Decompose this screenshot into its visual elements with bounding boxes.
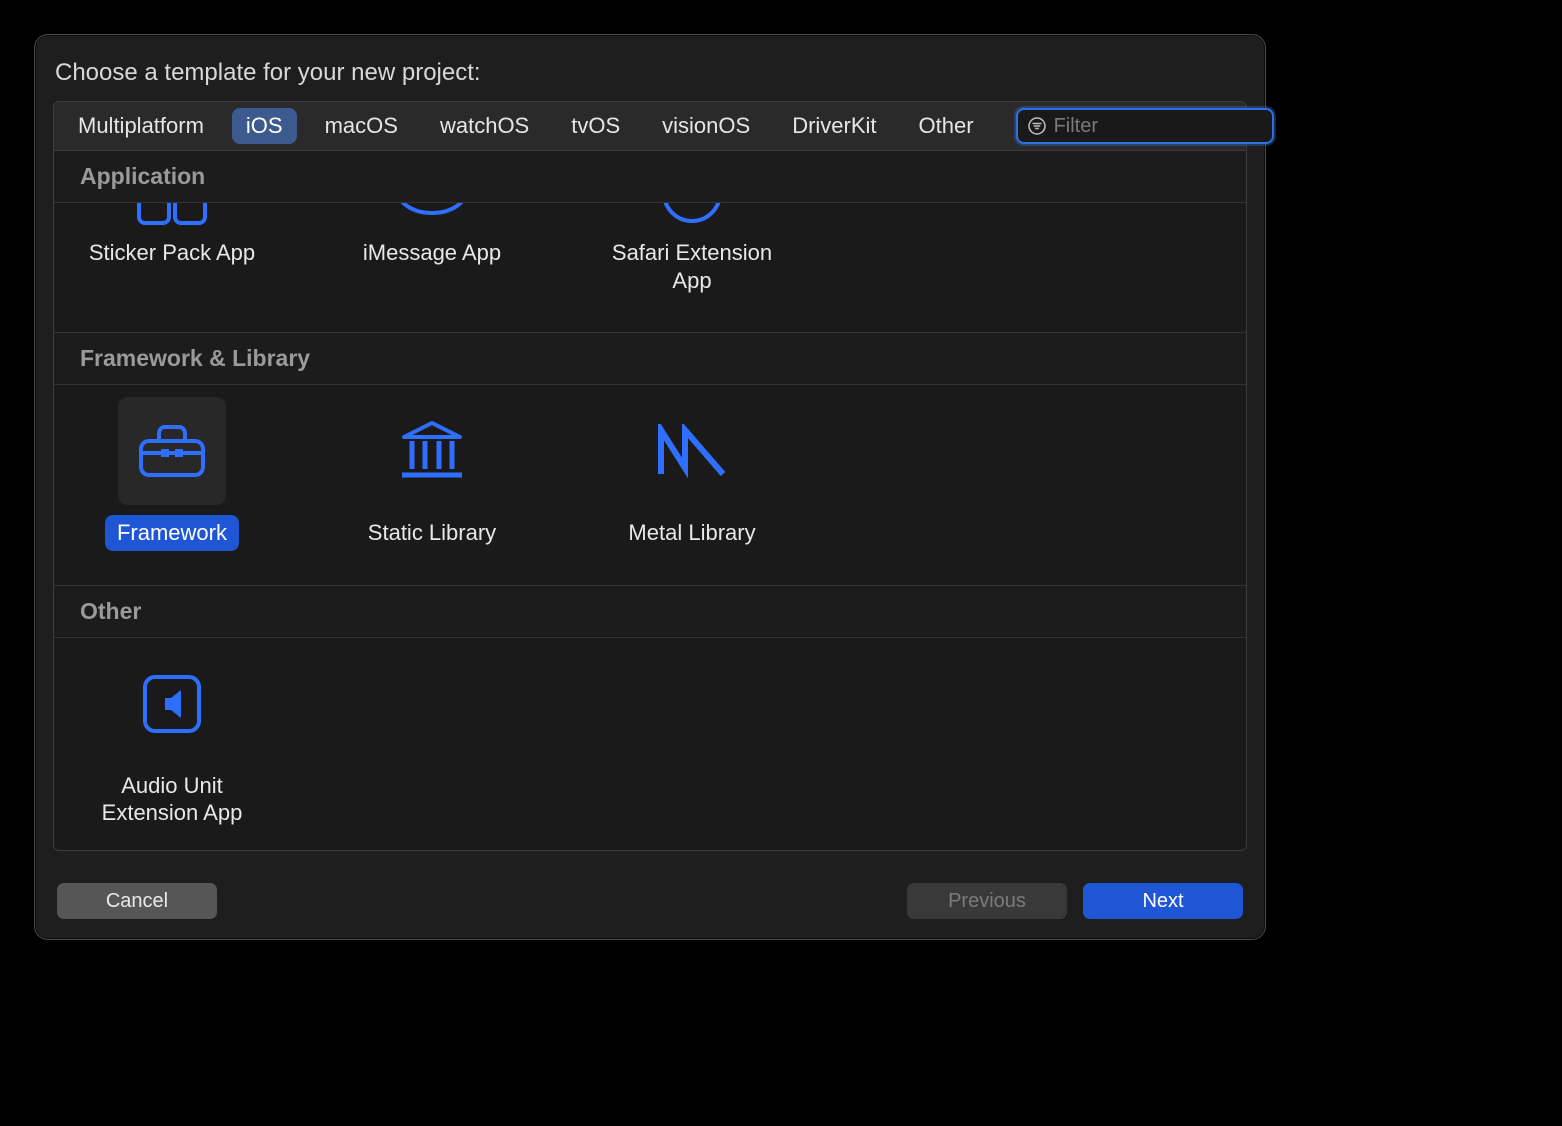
toolbox-icon	[137, 423, 207, 479]
section-header-framework: Framework & Library	[54, 333, 1246, 385]
tab-driverkit[interactable]: DriverKit	[778, 108, 890, 144]
cancel-button[interactable]: Cancel	[57, 883, 217, 919]
template-imessage-app[interactable]: iMessage App	[332, 203, 532, 298]
tab-tvos[interactable]: tvOS	[557, 108, 634, 144]
filter-icon	[1028, 116, 1046, 136]
template-label: iMessage App	[351, 235, 513, 271]
filter-field-wrap[interactable]	[1016, 108, 1274, 144]
template-sticker-pack-app[interactable]: Sticker Pack App	[72, 203, 272, 298]
template-label: Metal Library	[616, 515, 767, 551]
library-icon	[400, 421, 464, 481]
template-label: Audio Unit Extension App	[72, 768, 272, 831]
sticker-pack-icon	[137, 203, 207, 225]
template-label: Static Library	[356, 515, 508, 551]
template-framework[interactable]: Framework	[72, 397, 272, 551]
tab-ios[interactable]: iOS	[232, 108, 297, 144]
metal-icon	[657, 424, 727, 478]
new-project-dialog: Choose a template for your new project: …	[34, 34, 1266, 940]
section-header-other: Other	[54, 586, 1246, 638]
tab-macos[interactable]: macOS	[311, 108, 412, 144]
safari-icon	[657, 203, 727, 225]
section-body-framework: Framework Static Library	[54, 385, 1246, 586]
previous-button: Previous	[907, 883, 1067, 919]
tab-multiplatform[interactable]: Multiplatform	[64, 108, 218, 144]
template-safari-extension-app[interactable]: Safari Extension App	[592, 203, 792, 298]
template-metal-library[interactable]: Metal Library	[592, 397, 792, 551]
tab-visionos[interactable]: visionOS	[648, 108, 764, 144]
speaker-icon	[141, 673, 203, 735]
next-button[interactable]: Next	[1083, 883, 1243, 919]
section-header-application: Application	[54, 151, 1246, 203]
filter-input[interactable]	[1054, 115, 1319, 138]
template-audio-unit-extension-app[interactable]: Audio Unit Extension App	[72, 650, 272, 831]
tab-watchos[interactable]: watchOS	[426, 108, 543, 144]
dialog-title: Choose a template for your new project:	[55, 59, 1245, 87]
imessage-icon	[392, 203, 472, 225]
template-label: Safari Extension App	[592, 235, 792, 298]
tab-other[interactable]: Other	[905, 108, 988, 144]
template-static-library[interactable]: Static Library	[332, 397, 532, 551]
template-label: Framework	[105, 515, 239, 551]
section-body-other: Audio Unit Extension App	[54, 638, 1246, 852]
platform-tabbar: Multiplatform iOS macOS watchOS tvOS vis…	[53, 101, 1247, 151]
section-body-application: Sticker Pack App iMessage App Safari Ext…	[54, 203, 1246, 333]
template-list[interactable]: Application Sticker Pack App iMessage A	[53, 151, 1247, 851]
template-label: Sticker Pack App	[77, 235, 267, 271]
dialog-footer: Cancel Previous Next	[53, 883, 1247, 919]
